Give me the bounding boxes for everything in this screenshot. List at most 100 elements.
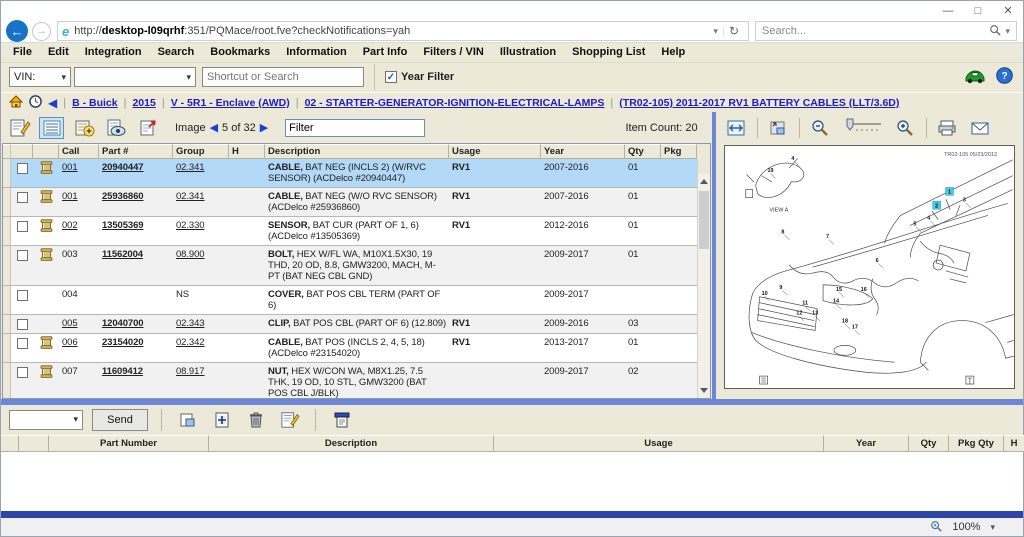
column-header-blank[interactable] bbox=[11, 144, 33, 159]
menu-item-information[interactable]: Information bbox=[278, 46, 355, 58]
year-filter-checkbox[interactable]: ✓ bbox=[385, 71, 397, 83]
group-cell[interactable]: 02.343 bbox=[173, 315, 229, 333]
search-dropdown-icon[interactable]: ▾ bbox=[1005, 26, 1010, 37]
zoom-dropdown-icon[interactable]: ▾ bbox=[990, 522, 995, 533]
history-clock-icon[interactable] bbox=[29, 95, 42, 111]
zoom-level[interactable]: 100% bbox=[952, 521, 980, 533]
callout-number[interactable]: 12 bbox=[796, 311, 802, 317]
call-cell[interactable]: 001 bbox=[59, 159, 99, 187]
zoom-out-icon[interactable] bbox=[808, 117, 833, 139]
menu-item-part-info[interactable]: Part Info bbox=[355, 46, 416, 58]
shopping-column-header-usage[interactable]: Usage bbox=[494, 435, 824, 452]
scroll-up-icon[interactable] bbox=[698, 174, 710, 189]
row-checkbox[interactable] bbox=[17, 163, 28, 174]
edit-notes-icon[interactable] bbox=[7, 117, 32, 139]
menu-item-filters-vin[interactable]: Filters / VIN bbox=[415, 46, 492, 58]
note-icon[interactable] bbox=[40, 248, 53, 282]
callout-number[interactable]: 2 bbox=[935, 204, 938, 210]
row-checkbox[interactable] bbox=[17, 192, 28, 203]
call-cell[interactable]: 007 bbox=[59, 363, 99, 398]
search-input[interactable]: Search... ▾ bbox=[755, 21, 1017, 41]
column-header-h[interactable]: H bbox=[229, 144, 265, 159]
shopping-column-header-part-number[interactable]: Part Number bbox=[49, 435, 209, 452]
column-header-year[interactable]: Year bbox=[541, 144, 625, 159]
callout-number[interactable]: 14 bbox=[833, 299, 839, 305]
send-button[interactable]: Send bbox=[92, 409, 148, 431]
group-cell[interactable]: NS bbox=[173, 286, 229, 314]
vin-value-select[interactable]: ▾ bbox=[74, 67, 196, 87]
scrollbar-thumb[interactable] bbox=[699, 191, 709, 249]
call-cell[interactable]: 005 bbox=[59, 315, 99, 333]
close-button[interactable]: ✕ bbox=[993, 2, 1023, 20]
note-icon[interactable] bbox=[40, 161, 53, 184]
call-cell[interactable]: 004 bbox=[59, 286, 99, 314]
delete-icon[interactable] bbox=[243, 409, 268, 431]
zoom-slider[interactable] bbox=[841, 116, 885, 139]
callout-number[interactable]: 8 bbox=[781, 229, 784, 235]
part-number-cell[interactable]: 12040700 bbox=[99, 315, 173, 333]
callout-number[interactable]: 9 bbox=[779, 285, 782, 291]
item-notes-icon[interactable] bbox=[277, 409, 302, 431]
help-icon[interactable]: ? bbox=[996, 67, 1013, 87]
note-icon[interactable] bbox=[40, 219, 53, 242]
callout-number[interactable]: 15 bbox=[836, 287, 842, 293]
callout-number[interactable]: 11 bbox=[802, 301, 808, 307]
column-header-description[interactable]: Description bbox=[265, 144, 449, 159]
index-book-icon[interactable] bbox=[71, 117, 96, 139]
callout-number[interactable]: 7 bbox=[826, 234, 829, 240]
scrollbar-track[interactable] bbox=[698, 189, 710, 383]
group-cell[interactable]: 08.900 bbox=[173, 246, 229, 285]
callout-number[interactable]: 19 bbox=[767, 168, 773, 174]
part-number-cell[interactable]: 20940447 bbox=[99, 159, 173, 187]
callout-number[interactable]: 5 bbox=[913, 222, 916, 228]
back-button[interactable]: ← bbox=[6, 20, 28, 42]
menu-item-search[interactable]: Search bbox=[150, 46, 203, 58]
callout-number[interactable]: 6 bbox=[875, 258, 878, 264]
row-checkbox[interactable] bbox=[17, 250, 28, 261]
column-header-qty[interactable]: Qty bbox=[625, 144, 661, 159]
breadcrumb-link[interactable]: B - Buick bbox=[72, 97, 118, 109]
row-checkbox[interactable] bbox=[17, 338, 28, 349]
shopping-column-header-qty[interactable]: Qty bbox=[909, 435, 949, 452]
group-cell[interactable]: 08.917 bbox=[173, 363, 229, 398]
shopping-column-header-blank[interactable] bbox=[1, 435, 19, 452]
shopping-column-header-pkg-qty[interactable]: Pkg Qty bbox=[949, 435, 1004, 452]
callout-number[interactable]: 17 bbox=[851, 325, 857, 331]
preview-icon[interactable] bbox=[103, 117, 128, 139]
menu-item-help[interactable]: Help bbox=[653, 46, 693, 58]
part-number-cell[interactable]: 23154020 bbox=[99, 334, 173, 362]
email-icon[interactable] bbox=[968, 117, 993, 139]
copy-item-icon[interactable] bbox=[175, 409, 200, 431]
breadcrumb-link[interactable]: 02 - STARTER-GENERATOR-IGNITION-ELECTRIC… bbox=[305, 97, 605, 109]
previous-image-icon[interactable]: ◀ bbox=[210, 121, 218, 134]
maximize-button[interactable]: □ bbox=[963, 2, 993, 20]
shopping-column-header-h[interactable]: H bbox=[1004, 435, 1024, 452]
breadcrumb-link[interactable]: V - 5R1 - Enclave (AWD) bbox=[171, 97, 290, 109]
callout-number[interactable]: 4 bbox=[791, 156, 794, 162]
callout-number[interactable]: 16 bbox=[860, 287, 866, 293]
call-cell[interactable]: 003 bbox=[59, 246, 99, 285]
shopping-column-header-blank[interactable] bbox=[19, 435, 49, 452]
vin-mode-select[interactable]: VIN:▾ bbox=[9, 67, 71, 87]
vertical-scrollbar[interactable] bbox=[697, 159, 710, 398]
table-row[interactable]: 0012593686002.341CABLE, BAT NEG (W/O RVC… bbox=[3, 188, 697, 217]
menu-item-shopping-list[interactable]: Shopping List bbox=[564, 46, 653, 58]
part-number-cell[interactable]: 25936860 bbox=[99, 188, 173, 216]
column-header-pkg[interactable]: Pkg bbox=[661, 144, 697, 159]
send-target-select[interactable]: ▾ bbox=[9, 410, 83, 430]
shopping-column-header-year[interactable]: Year bbox=[824, 435, 909, 452]
breadcrumb-link[interactable]: 2015 bbox=[132, 97, 155, 109]
menu-item-illustration[interactable]: Illustration bbox=[492, 46, 564, 58]
row-checkbox[interactable] bbox=[17, 319, 28, 330]
shopping-column-header-description[interactable]: Description bbox=[209, 435, 494, 452]
vehicle-icon[interactable] bbox=[963, 68, 987, 87]
call-cell[interactable]: 006 bbox=[59, 334, 99, 362]
note-icon[interactable] bbox=[40, 365, 53, 398]
row-checkbox[interactable] bbox=[17, 221, 28, 232]
note-icon[interactable] bbox=[40, 336, 53, 359]
illustration-canvas[interactable]: TR02-105 05/23/2012 VIEW A 4191234567891… bbox=[724, 145, 1015, 389]
table-row[interactable]: 0051204070002.343CLIP, BAT POS CBL (PART… bbox=[3, 315, 697, 334]
next-image-icon[interactable]: ▶ bbox=[260, 121, 268, 134]
report-icon[interactable] bbox=[329, 409, 354, 431]
breadcrumb-link[interactable]: (TR02-105) 2011-2017 RV1 BATTERY CABLES … bbox=[619, 97, 899, 109]
